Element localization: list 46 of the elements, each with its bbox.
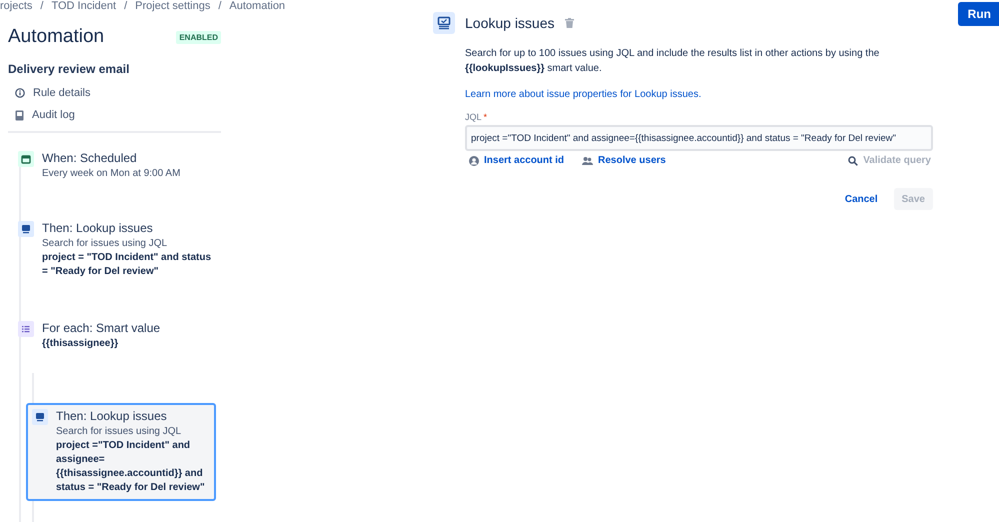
person-icon — [469, 156, 479, 166]
info-icon — [15, 88, 25, 98]
selected-step-card[interactable]: Then: Lookup issues Search for issues using JQL project ="TOD Incident" and assignee= {{thisassignee.accountid}} and status = "Ready for Del review" — [26, 403, 216, 501]
rule-nav-link[interactable]: Audit log — [32, 109, 75, 121]
calendar-icon — [18, 151, 34, 167]
page-title: Automation — [8, 26, 104, 48]
run-button[interactable]: Run — [958, 2, 999, 26]
breadcrumb-link[interactable]: TOD Incident — [51, 0, 116, 13]
learn-more-link[interactable]: Learn more about issue properties for Lookup issues. — [465, 89, 953, 100]
breadcrumb-separator: / — [218, 0, 222, 13]
step-description: Search for issues using JQL — [42, 238, 168, 249]
rule-step[interactable]: For each: Smart value {{thisassignee}} — [12, 315, 221, 357]
step-description: Every week on Mon at 9:00 AM — [42, 168, 180, 179]
rule-nav-link[interactable]: Rule details — [33, 87, 90, 99]
list-icon — [18, 321, 34, 337]
breadcrumb-separator: / — [40, 0, 44, 13]
step-query: project = "TOD Incident" and status = "Ready for Del review" — [42, 251, 212, 279]
step-query: project ="TOD Incident" and assignee= {{thisassignee.accountid}} and status = "Ready for Del review" — [56, 439, 206, 495]
search-icon — [848, 156, 858, 166]
step-title: For each: Smart value — [42, 321, 160, 335]
jql-label: JQL * — [465, 112, 488, 122]
monitor-icon — [433, 12, 455, 34]
step-description: Search for issues using JQL — [56, 426, 182, 437]
monitor-icon — [18, 221, 34, 237]
step-title: When: Scheduled — [42, 151, 138, 165]
breadcrumb-link[interactable]: Project settings — [135, 0, 210, 13]
step-title: Then: Lookup issues — [42, 221, 154, 235]
query-tool-button[interactable]: Resolve users — [582, 155, 666, 166]
trash-icon[interactable] — [564, 18, 574, 28]
breadcrumb-link[interactable]: rojects — [0, 0, 32, 13]
rule-step[interactable]: Then: Lookup issues Search for issues using JQL project = "TOD Incident" and status = "Ready for Del review" — [12, 215, 221, 285]
cancel-button[interactable]: Cancel — [838, 188, 884, 210]
step-title: Then: Lookup issues — [56, 409, 168, 423]
step-query: {{thisassignee}} — [42, 337, 120, 351]
breadcrumb-separator: / — [124, 0, 128, 13]
detail-title: Lookup issues — [465, 15, 555, 31]
breadcrumb-link[interactable]: Automation — [229, 0, 286, 13]
document-icon — [15, 110, 24, 120]
rule-name: Delivery review email — [8, 62, 130, 76]
monitor-icon — [32, 409, 48, 425]
rule-step[interactable]: When: Scheduled Every week on Mon at 9:00 AM — [12, 145, 221, 185]
jql-input[interactable]: project ="TOD Incident" and assignee={{thisassignee.accountid}} and status = "Ready for Del review" — [465, 125, 933, 151]
people-icon — [582, 156, 594, 166]
detail-description: Search for up to 100 issues using JQL and include the results list in other actions by using the {{lookupIssues}} smart value. — [465, 47, 880, 76]
status-lozenge: ENABLED — [176, 30, 221, 44]
query-tool-button[interactable]: Insert account id — [469, 155, 564, 166]
